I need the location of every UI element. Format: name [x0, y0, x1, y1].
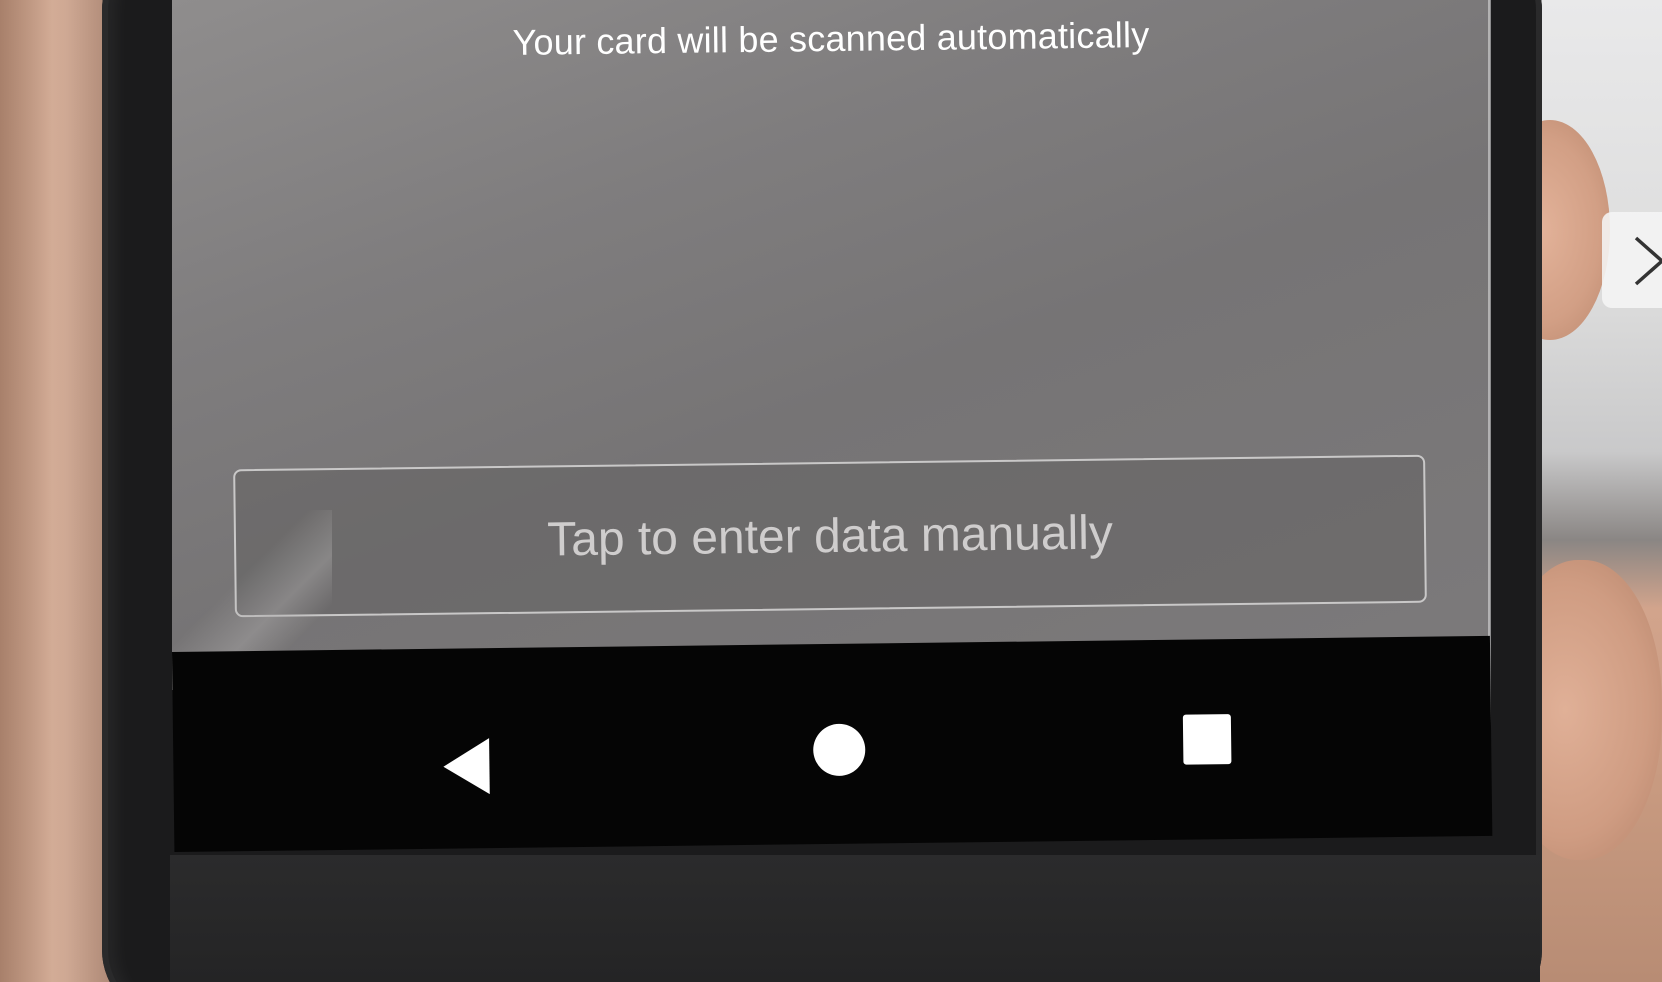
recents-icon[interactable]: [1182, 714, 1232, 765]
back-icon[interactable]: [443, 738, 490, 795]
next-image-button[interactable]: [1602, 212, 1662, 308]
photo-scene: Your card will be scanned automatically …: [0, 0, 1662, 982]
card-scan-screen: Your card will be scanned automatically …: [172, 0, 1490, 690]
manual-entry-button[interactable]: Tap to enter data manually: [233, 454, 1427, 618]
scan-hint-text: Your card will be scanned automatically: [512, 14, 1150, 63]
manual-entry-label: Tap to enter data manually: [546, 506, 1114, 566]
system-navigation-bar: [172, 635, 1493, 852]
home-icon[interactable]: [812, 723, 866, 777]
chevron-right-icon: [1634, 236, 1662, 286]
phone-chin: [170, 855, 1540, 982]
